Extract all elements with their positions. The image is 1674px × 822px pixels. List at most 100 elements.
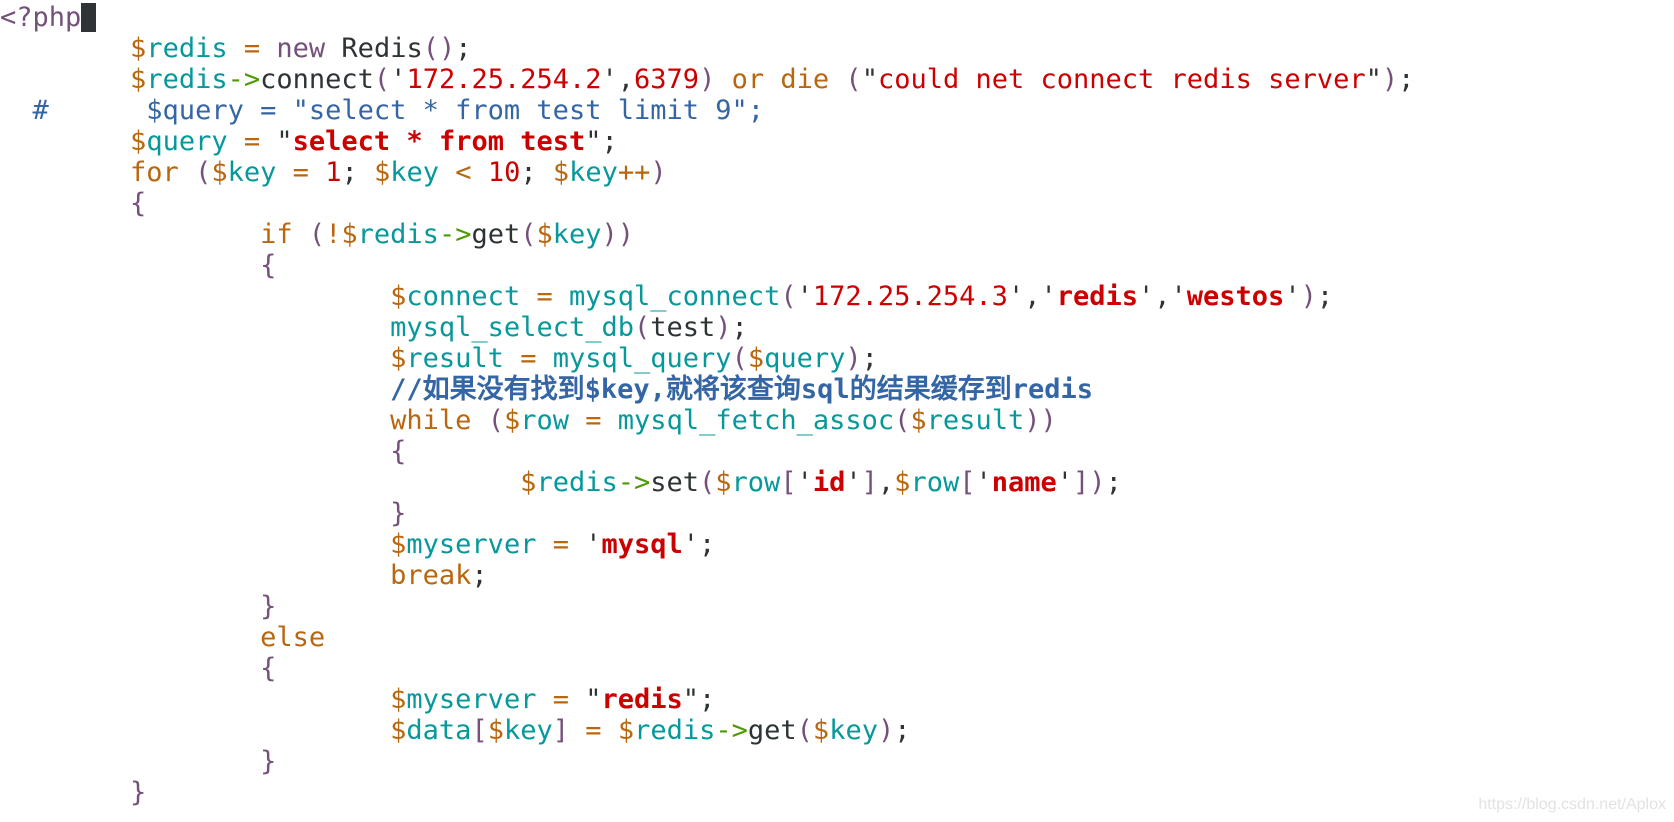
- code-token: ;: [1398, 64, 1415, 95]
- code-token: or: [731, 64, 765, 95]
- code-token: ': [796, 281, 813, 312]
- code-token: test: [650, 312, 716, 343]
- code-token: key: [390, 157, 440, 188]
- code-token: =: [585, 715, 602, 746]
- code-line[interactable]: $result = mysql_query($query);: [0, 343, 1414, 374]
- code-token: ";: [682, 684, 716, 715]
- code-line[interactable]: }: [0, 746, 1414, 777]
- code-token: key: [569, 157, 618, 188]
- code-token: row: [910, 467, 960, 498]
- code-token: ): [845, 343, 862, 374]
- code-token: <: [455, 157, 472, 188]
- code-token: ): [699, 64, 716, 95]
- code-token: redis: [634, 715, 716, 746]
- code-token: ;: [455, 33, 472, 64]
- code-line[interactable]: $redis = new Redis();: [0, 33, 1414, 64]
- code-token: query: [764, 343, 846, 374]
- code-token: {: [390, 436, 407, 467]
- code-token: (: [780, 281, 797, 312]
- code-line[interactable]: break;: [0, 560, 1414, 591]
- code-token: ): [715, 312, 732, 343]
- code-token: [: [780, 467, 797, 498]
- code-token: ": [260, 126, 293, 157]
- code-line[interactable]: }: [0, 777, 1414, 808]
- code-line[interactable]: $myserver = 'mysql';: [0, 529, 1414, 560]
- code-token: redis: [1056, 281, 1138, 312]
- code-line[interactable]: {: [0, 653, 1414, 684]
- code-token: =: [292, 157, 309, 188]
- code-line[interactable]: $connect = mysql_connect('172.25.254.3',…: [0, 281, 1414, 312]
- code-token: 6379: [634, 64, 700, 95]
- code-line[interactable]: $redis->connect('172.25.254.2',6379) or …: [0, 64, 1414, 95]
- code-line[interactable]: {: [0, 436, 1414, 467]
- code-line[interactable]: $data[$key] = $redis->get($key);: [0, 715, 1414, 746]
- code-token: $: [715, 467, 732, 498]
- code-token: {: [260, 250, 277, 281]
- code-token: redis: [601, 684, 683, 715]
- code-line[interactable]: }: [0, 591, 1414, 622]
- code-token: $: [910, 405, 927, 436]
- code-token: (: [487, 405, 504, 436]
- code-token: result: [926, 405, 1025, 436]
- code-token: mysql_connect: [569, 281, 781, 312]
- code-token: $: [617, 715, 635, 746]
- code-line[interactable]: if (!$redis->get($key)): [0, 219, 1414, 250]
- code-token: ;: [861, 343, 878, 374]
- code-token: )): [601, 219, 635, 250]
- code-token: break: [390, 560, 472, 591]
- code-token: ->: [617, 467, 651, 498]
- code-token: $: [812, 715, 830, 746]
- code-token: connect: [406, 281, 521, 312]
- code-token: ": [568, 684, 602, 715]
- code-line[interactable]: $query = "select * from test";: [0, 126, 1414, 157]
- code-token: {: [130, 188, 147, 219]
- code-token: 1: [325, 157, 342, 188]
- code-line[interactable]: //如果没有找到$key,就将该查询sql的结果缓存到redis: [0, 374, 1414, 405]
- code-line[interactable]: <?php: [0, 2, 1414, 33]
- code-token: }: [130, 777, 147, 808]
- code-token: =: [243, 126, 261, 157]
- code-line[interactable]: }: [0, 498, 1414, 529]
- code-line[interactable]: {: [0, 250, 1414, 281]
- code-line[interactable]: mysql_select_db(test);: [0, 312, 1414, 343]
- code-line[interactable]: # $query = "select * from test limit 9";: [0, 95, 1414, 126]
- code-token: myserver: [406, 684, 537, 715]
- code-editor[interactable]: <?php $redis = new Redis(); $redis->conn…: [0, 2, 1414, 808]
- code-line[interactable]: else: [0, 622, 1414, 653]
- code-token: mysql_query: [552, 343, 732, 374]
- code-token: !$: [325, 219, 358, 250]
- code-token: ,: [877, 467, 895, 498]
- code-token: name: [991, 467, 1057, 498]
- text-cursor: [81, 3, 97, 32]
- code-token: [: [471, 715, 488, 746]
- code-token: ': [845, 467, 862, 498]
- code-line[interactable]: $myserver = "redis";: [0, 684, 1414, 715]
- code-token: if: [260, 219, 293, 250]
- code-line[interactable]: for ($key = 1; $key < 10; $key++): [0, 157, 1414, 188]
- code-token: $: [130, 126, 147, 157]
- code-token: 10: [487, 157, 521, 188]
- code-line[interactable]: while ($row = mysql_fetch_assoc($result)…: [0, 405, 1414, 436]
- code-line[interactable]: $redis->set($row['id'],$row['name']);: [0, 467, 1414, 498]
- code-token: =: [520, 343, 537, 374]
- code-line[interactable]: {: [0, 188, 1414, 219]
